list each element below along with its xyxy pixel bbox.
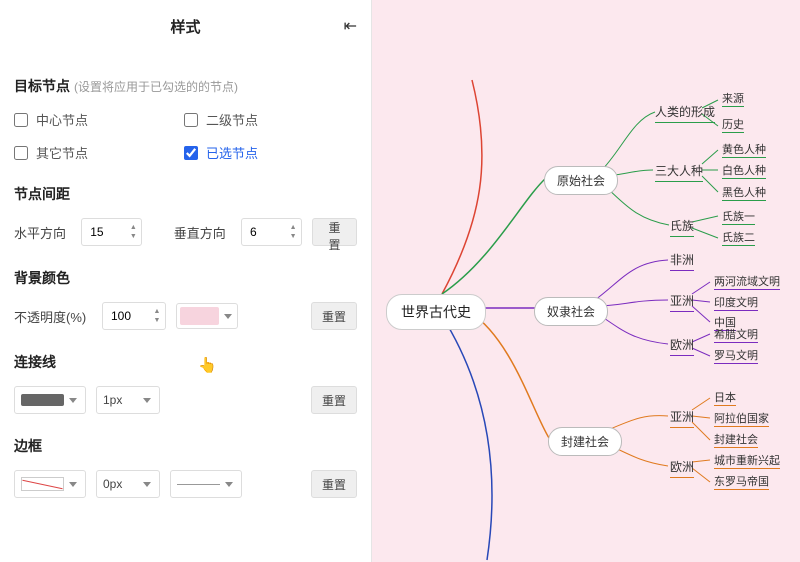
node-leaf[interactable]: 黑色人种 [722, 184, 766, 201]
border-style-select[interactable] [170, 470, 242, 498]
node-leaf[interactable]: 印度文明 [714, 294, 758, 311]
chevron-down-icon [143, 482, 151, 487]
h-spacing-label: 水平方向 [14, 223, 71, 242]
bg-title: 背景颜色 [14, 268, 357, 288]
node-leaf[interactable]: 封建社会 [714, 431, 758, 448]
node-branch[interactable]: 奴隶社会 [534, 297, 608, 326]
node[interactable]: 亚洲 [670, 408, 694, 428]
checkbox-selected-node[interactable]: 已选节点 [184, 143, 357, 162]
node[interactable]: 三大人种 [655, 162, 703, 182]
target-section-title: 目标节点 (设置将应用于已勾选的的节点) [14, 76, 357, 96]
node[interactable]: 氏族 [670, 217, 694, 237]
node[interactable]: 人类的形成 [655, 103, 715, 123]
bg-color-picker[interactable] [176, 303, 238, 329]
line-title: 连接线 [14, 352, 357, 372]
node-leaf[interactable]: 城市重新兴起 [714, 452, 780, 469]
node-leaf[interactable]: 来源 [722, 90, 744, 107]
mindmap-canvas[interactable]: 世界古代史 原始社会 奴隶社会 封建社会 人类的形成 来源 历史 三大人种 黄色… [372, 0, 800, 562]
h-spacing-input[interactable]: ▲▼ [81, 218, 142, 246]
line-width-select[interactable]: 1px [96, 386, 160, 414]
v-spacing-input[interactable]: ▲▼ [241, 218, 302, 246]
node-branch[interactable]: 封建社会 [548, 427, 622, 456]
checkbox-input[interactable] [184, 146, 198, 160]
panel-title: 样式 [170, 16, 200, 37]
border-width-select[interactable]: 0px [96, 470, 160, 498]
reset-bg-button[interactable]: 重置 [311, 302, 357, 330]
reset-spacing-button[interactable]: 重置 [312, 218, 357, 246]
line-width-value: 1px [103, 393, 122, 407]
checkbox-input[interactable] [184, 113, 198, 127]
line-style-icon [177, 484, 220, 485]
target-label: 目标节点 [14, 78, 70, 94]
chevron-up-icon[interactable]: ▲ [286, 223, 300, 232]
node-root[interactable]: 世界古代史 [386, 294, 486, 330]
node-leaf[interactable]: 黄色人种 [722, 141, 766, 158]
v-spacing-label: 垂直方向 [174, 223, 231, 242]
border-title: 边框 [14, 436, 357, 456]
node[interactable]: 亚洲 [670, 292, 694, 312]
spacing-title: 节点间距 [14, 184, 357, 204]
checkbox-label: 中心节点 [36, 110, 88, 129]
node-branch[interactable]: 原始社会 [544, 166, 618, 195]
checkbox-center-node[interactable]: 中心节点 [14, 110, 184, 129]
spinner[interactable]: ▲▼ [126, 220, 140, 244]
node-leaf[interactable]: 日本 [714, 389, 736, 406]
checkbox-level2-node[interactable]: 二级节点 [184, 110, 357, 129]
spinner[interactable]: ▲▼ [150, 304, 164, 328]
node-leaf[interactable]: 阿拉伯国家 [714, 410, 769, 427]
node-leaf[interactable]: 两河流域文明 [714, 273, 780, 290]
chevron-down-icon [224, 314, 232, 319]
checkbox-label: 已选节点 [206, 143, 258, 162]
node-leaf[interactable]: 氏族一 [722, 208, 755, 225]
node[interactable]: 非洲 [670, 251, 694, 271]
checkbox-input[interactable] [14, 113, 28, 127]
line-color-select[interactable] [14, 386, 86, 414]
node-leaf[interactable]: 罗马文明 [714, 347, 758, 364]
color-swatch [180, 307, 219, 325]
checkbox-label: 二级节点 [206, 110, 258, 129]
opacity-label: 不透明度(%) [14, 307, 92, 326]
chevron-up-icon[interactable]: ▲ [126, 223, 140, 232]
border-color-select[interactable] [14, 470, 86, 498]
chevron-down-icon [69, 482, 77, 487]
opacity-input[interactable]: ▲▼ [102, 302, 166, 330]
spinner[interactable]: ▲▼ [286, 220, 300, 244]
chevron-down-icon[interactable]: ▼ [286, 232, 300, 241]
node-leaf[interactable]: 白色人种 [722, 162, 766, 179]
checkbox-label: 其它节点 [36, 143, 88, 162]
node[interactable]: 欧洲 [670, 458, 694, 478]
collapse-icon[interactable]: ⇤ [344, 16, 357, 36]
chevron-down-icon [143, 398, 151, 403]
node-leaf[interactable]: 东罗马帝国 [714, 473, 769, 490]
node-leaf[interactable]: 历史 [722, 116, 744, 133]
node[interactable]: 欧洲 [670, 336, 694, 356]
chevron-down-icon[interactable]: ▼ [150, 316, 164, 325]
target-hint: (设置将应用于已勾选的的节点) [74, 80, 238, 94]
checkbox-other-node[interactable]: 其它节点 [14, 143, 184, 162]
reset-line-button[interactable]: 重置 [311, 386, 357, 414]
node-leaf[interactable]: 氏族二 [722, 229, 755, 246]
checkbox-input[interactable] [14, 146, 28, 160]
reset-border-button[interactable]: 重置 [311, 470, 357, 498]
chevron-up-icon[interactable]: ▲ [150, 307, 164, 316]
line-color-swatch [21, 394, 64, 406]
no-color-icon [21, 477, 64, 491]
border-width-value: 0px [103, 477, 122, 491]
chevron-down-icon [225, 482, 233, 487]
chevron-down-icon[interactable]: ▼ [126, 232, 140, 241]
node-leaf[interactable]: 希腊文明 [714, 326, 758, 343]
chevron-down-icon [69, 398, 77, 403]
